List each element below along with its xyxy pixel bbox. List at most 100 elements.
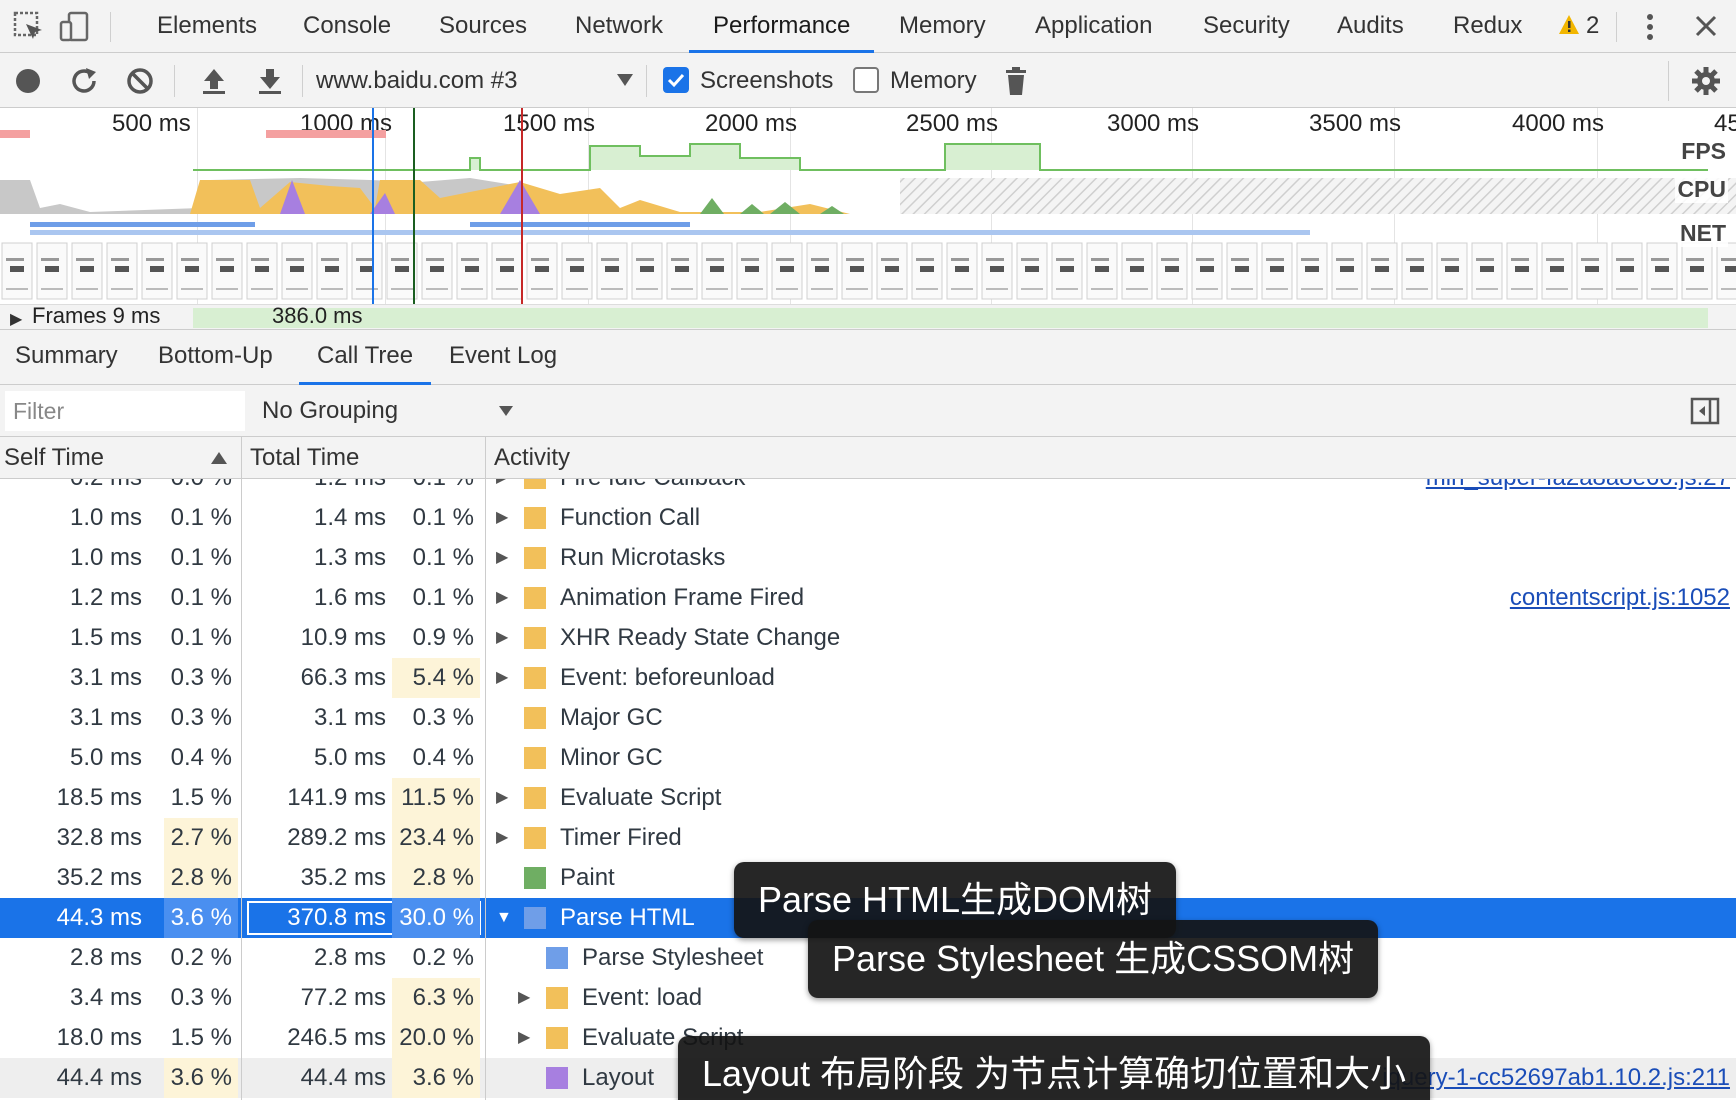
- more-options-icon[interactable]: [1640, 12, 1660, 42]
- timeline-overview[interactable]: 500 ms 1000 ms 1500 ms 2000 ms 2500 ms 3000 m…: [0, 108, 1736, 330]
- expand-arrow-icon[interactable]: ▶: [518, 978, 530, 1018]
- tab-application[interactable]: Application: [1035, 0, 1152, 53]
- screenshot-detail: [500, 266, 514, 272]
- chevron-down-icon[interactable]: [498, 405, 514, 417]
- screenshot-detail: [881, 288, 903, 290]
- tab-performance[interactable]: Performance: [688, 0, 875, 53]
- expand-arrow-icon[interactable]: ▶: [496, 618, 508, 658]
- source-link[interactable]: jquery-1-cc52697ab1.10.2.js:211: [1382, 1058, 1730, 1098]
- tab-audits[interactable]: Audits: [1337, 0, 1404, 53]
- tab-event-log[interactable]: Event Log: [449, 330, 557, 385]
- total-time-value: 1.4 ms: [313, 504, 386, 531]
- table-row[interactable]: 3.1 ms 0.3 % 66.3 ms 5.4 % ▶ Event: beforeunl…: [0, 658, 1736, 698]
- chevron-down-icon[interactable]: [616, 73, 634, 87]
- record-icon[interactable]: [12, 65, 44, 97]
- expand-arrow-icon[interactable]: ▶: [496, 578, 508, 618]
- total-time-value: 246.5 ms: [287, 1024, 386, 1051]
- recording-select[interactable]: www.baidu.com #3: [316, 53, 517, 108]
- category-color-swatch: [524, 787, 546, 809]
- screenshot-detail: [1340, 266, 1354, 272]
- sort-ascending-icon[interactable]: [210, 451, 228, 465]
- save-profile-icon[interactable]: [254, 65, 286, 97]
- expand-arrow-icon[interactable]: ▶: [496, 479, 508, 498]
- screenshots-label[interactable]: Screenshots: [700, 53, 833, 108]
- screenshot-detail: [1721, 258, 1736, 261]
- toggle-sidebar-icon[interactable]: [1690, 397, 1720, 425]
- load-profile-icon[interactable]: [198, 65, 230, 97]
- source-link[interactable]: min_super-fa2a8a8e60.js:27: [1426, 479, 1730, 498]
- tab-call-tree[interactable]: Call Tree: [298, 330, 432, 385]
- device-toolbar-icon[interactable]: [58, 10, 92, 44]
- gear-icon[interactable]: [1690, 65, 1722, 97]
- screenshot-detail: [1091, 258, 1109, 261]
- source-link[interactable]: contentscript.js:1052: [1510, 578, 1730, 618]
- expand-arrow-icon[interactable]: ▶: [496, 498, 508, 538]
- tab-elements[interactable]: Elements: [157, 0, 257, 53]
- screenshot-detail: [1410, 266, 1424, 272]
- expand-arrow-icon[interactable]: ▶: [496, 658, 508, 698]
- activity-header[interactable]: Activity: [490, 437, 570, 479]
- self-time-header[interactable]: Self Time: [0, 437, 104, 479]
- table-row[interactable]: 32.8 ms 2.7 % 289.2 ms 23.4 % ▶ Timer Fired: [0, 818, 1736, 858]
- table-row[interactable]: 1.5 ms 0.1 % 10.9 ms 0.9 % ▶ XHR Ready State …: [0, 618, 1736, 658]
- close-icon[interactable]: [1694, 14, 1718, 38]
- clear-icon[interactable]: [124, 65, 156, 97]
- screenshot-detail: [1406, 258, 1424, 261]
- memory-label[interactable]: Memory: [890, 53, 977, 108]
- expand-arrow-icon[interactable]: ▶: [496, 778, 508, 818]
- table-row[interactable]: 0.2 ms 0.0 % 1.2 ms 0.1 % ▶ Fire Idle Callbac…: [0, 479, 1736, 498]
- tab-sources[interactable]: Sources: [439, 0, 527, 53]
- screenshot-detail: [251, 288, 273, 290]
- reload-record-icon[interactable]: [68, 65, 100, 97]
- table-row[interactable]: 1.0 ms 0.1 % 1.3 ms 0.1 % ▶ Run Microtasks: [0, 538, 1736, 578]
- screenshot-detail: [1406, 288, 1428, 290]
- warning-count[interactable]: 2: [1586, 0, 1599, 53]
- table-row[interactable]: 1.0 ms 0.1 % 1.4 ms 0.1 % ▶ Function Call: [0, 498, 1736, 538]
- tab-memory[interactable]: Memory: [899, 0, 986, 53]
- self-time-value: 1.0 ms: [69, 504, 142, 531]
- table-row[interactable]: 5.0 ms 0.4 % 5.0 ms 0.4 % Minor GC: [0, 738, 1736, 778]
- screenshot-detail: [255, 266, 269, 272]
- self-time-value: 32.8 ms: [56, 824, 142, 851]
- expand-arrow-icon[interactable]: ▶: [496, 538, 508, 578]
- memory-checkbox[interactable]: [853, 67, 879, 93]
- expand-arrow-icon[interactable]: ▶: [496, 818, 508, 858]
- screenshot-detail: [885, 266, 899, 272]
- tab-security[interactable]: Security: [1203, 0, 1290, 53]
- fps-graph: [193, 143, 1708, 171]
- warning-icon[interactable]: [1558, 14, 1580, 36]
- screenshot-detail: [916, 288, 938, 290]
- screenshot-detail: [1130, 266, 1144, 272]
- screenshot-detail: [1021, 288, 1043, 290]
- tab-network[interactable]: Network: [575, 0, 663, 53]
- activity-name: Paint: [560, 864, 615, 891]
- screenshots-checkbox[interactable]: [663, 67, 689, 93]
- tab-bottom-up[interactable]: Bottom-Up: [158, 330, 273, 385]
- expand-arrow-icon[interactable]: ▶: [10, 309, 22, 329]
- total-time-header[interactable]: Total Time: [246, 437, 359, 479]
- screenshot-detail: [1620, 266, 1634, 272]
- filter-input[interactable]: [5, 391, 245, 431]
- expand-arrow-icon[interactable]: ▶: [518, 1018, 530, 1058]
- trash-icon[interactable]: [1000, 65, 1032, 97]
- table-row[interactable]: 3.1 ms 0.3 % 3.1 ms 0.3 % Major GC: [0, 698, 1736, 738]
- table-row[interactable]: 18.5 ms 1.5 % 141.9 ms 11.5 % ▶ Evaluate Scri…: [0, 778, 1736, 818]
- screenshot-detail: [1301, 258, 1319, 261]
- inspect-element-icon[interactable]: [12, 10, 46, 44]
- screenshot-detail: [10, 266, 24, 272]
- tab-console[interactable]: Console: [303, 0, 391, 53]
- frames-track[interactable]: ▶ Frames 9 ms 386.0 ms: [0, 303, 1736, 329]
- expanded-arrow-icon[interactable]: ▼: [496, 898, 512, 938]
- screenshot-detail: [111, 288, 133, 290]
- self-time-percent: 0.1 %: [170, 504, 232, 531]
- category-color-swatch: [524, 667, 546, 689]
- total-time-value: 5.0 ms: [313, 744, 386, 771]
- table-row[interactable]: 1.2 ms 0.1 % 1.6 ms 0.1 % ▶ Animation Frame F…: [0, 578, 1736, 618]
- tab-summary[interactable]: Summary: [15, 330, 118, 385]
- screenshot-detail: [115, 266, 129, 272]
- grouping-select[interactable]: No Grouping: [262, 385, 398, 437]
- screenshot-detail: [1056, 258, 1074, 261]
- tab-redux[interactable]: Redux: [1453, 0, 1522, 53]
- total-time-value: 289.2 ms: [287, 824, 386, 851]
- screenshot-detail: [1375, 266, 1389, 272]
